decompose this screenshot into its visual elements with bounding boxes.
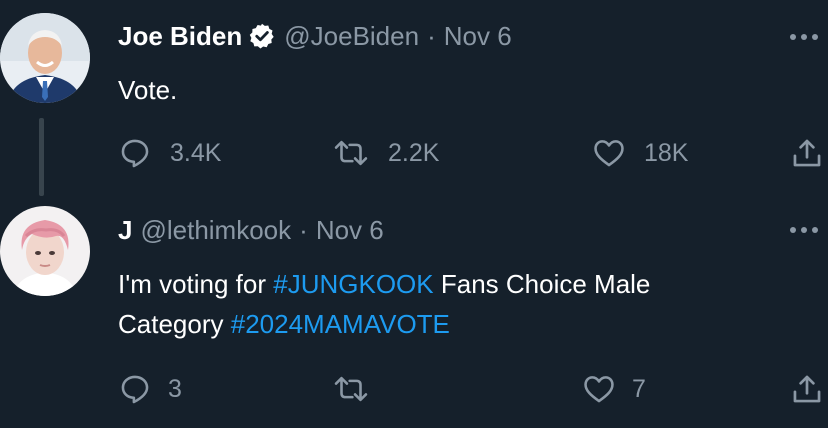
tweet-header: Joe Biden @JoeBiden · Nov 6 <box>118 20 512 52</box>
author-handle[interactable]: @lethimkook <box>140 214 291 246</box>
avatar-joe-biden[interactable] <box>0 13 90 103</box>
share-icon <box>793 375 821 403</box>
reply-count: 3.4K <box>170 138 222 167</box>
author-name[interactable]: J <box>118 214 132 246</box>
reply-icon <box>121 139 149 168</box>
text-part-3: Category <box>118 309 231 339</box>
author-handle[interactable]: @JoeBiden <box>284 20 419 52</box>
share-icon <box>793 139 821 167</box>
reply-button[interactable]: 3 <box>118 372 182 406</box>
tweet-text: Vote. <box>118 75 178 105</box>
more-icon[interactable] <box>788 223 820 237</box>
text-part-2: Fans Choice Male <box>433 269 651 299</box>
like-icon <box>594 140 624 167</box>
tweet-2[interactable]: J @lethimkook · Nov 6 I'm voting for #JU… <box>0 200 828 428</box>
reply-count: 3 <box>168 374 182 403</box>
retweet-button[interactable] <box>332 372 388 406</box>
like-count: 18K <box>644 138 689 167</box>
retweet-icon <box>334 376 368 402</box>
thread-line <box>39 118 44 196</box>
tweet-1[interactable]: Joe Biden @JoeBiden · Nov 6 Vote. 3.4K 2… <box>0 0 828 200</box>
tweet-text-line-1: I'm voting for #JUNGKOOK Fans Choice Mal… <box>118 264 650 304</box>
reply-icon <box>121 375 149 404</box>
reply-button[interactable]: 3.4K <box>118 136 221 170</box>
share-button[interactable] <box>790 136 824 170</box>
like-icon <box>584 376 614 403</box>
separator-dot: · <box>427 21 436 51</box>
more-icon[interactable] <box>788 30 820 44</box>
tweet-date[interactable]: Nov 6 <box>316 214 384 246</box>
like-count: 7 <box>632 374 646 403</box>
like-button[interactable]: 7 <box>582 372 646 406</box>
tweet-date[interactable]: Nov 6 <box>444 20 512 52</box>
author-name[interactable]: Joe Biden <box>118 20 242 52</box>
avatar-lethimkook[interactable] <box>0 206 90 296</box>
text-part-1: I'm voting for <box>118 269 274 299</box>
separator-dot: · <box>299 215 308 245</box>
share-button[interactable] <box>790 372 824 406</box>
retweet-icon <box>334 140 368 166</box>
tweet-text: I'm voting for #JUNGKOOK Fans Choice Mal… <box>118 264 650 344</box>
tweet-header: J @lethimkook · Nov 6 <box>118 214 384 246</box>
verified-badge-icon <box>248 22 276 50</box>
retweet-button[interactable]: 2.2K <box>332 136 439 170</box>
retweet-count: 2.2K <box>388 138 440 167</box>
like-button[interactable]: 18K <box>592 136 688 170</box>
hashtag-2024mamavote[interactable]: #2024MAMAVOTE <box>231 309 450 339</box>
hashtag-jungkook[interactable]: #JUNGKOOK <box>273 269 433 299</box>
tweet-text-line-2: Category #2024MAMAVOTE <box>118 304 650 344</box>
